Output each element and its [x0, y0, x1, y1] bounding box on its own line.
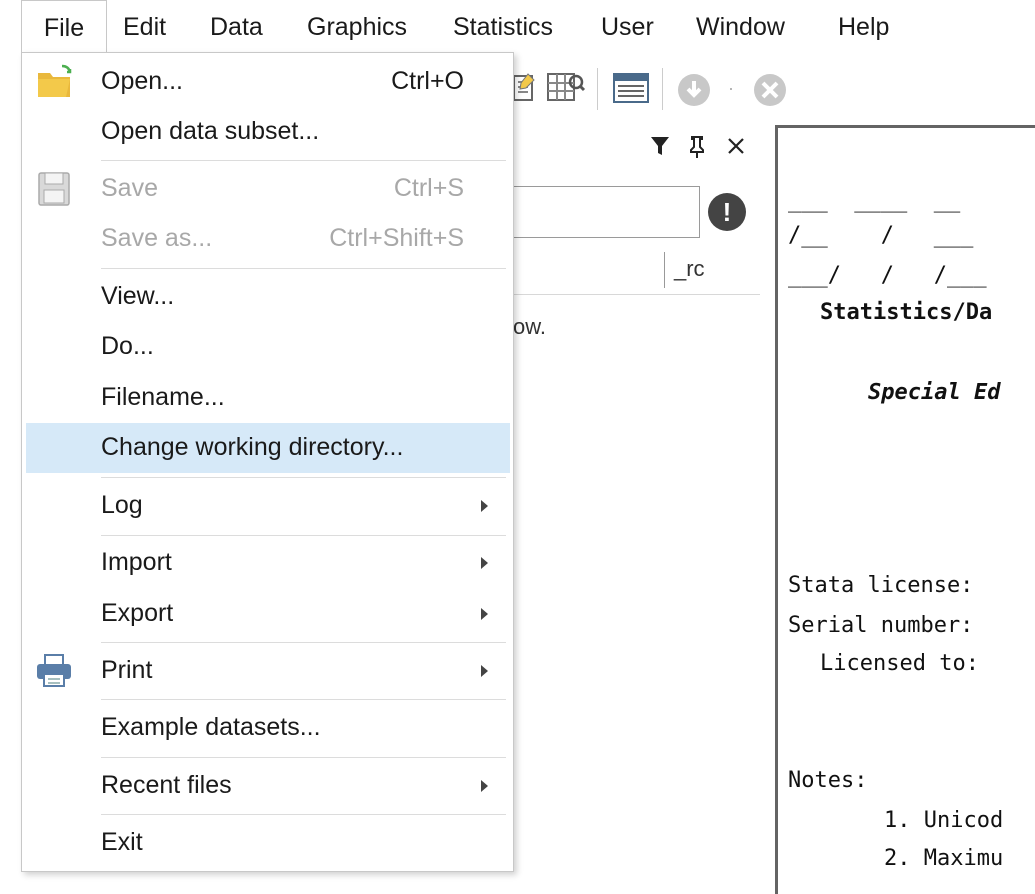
note-item-2: 2. Maximu [884, 846, 1004, 871]
menu-item-exit[interactable]: Exit [26, 818, 510, 868]
menu-data[interactable]: Data [210, 13, 263, 42]
variable-filter-input[interactable] [512, 186, 700, 238]
filter-icon[interactable] [650, 135, 670, 164]
submenu-arrow-icon [481, 500, 488, 512]
note-item-1: 1. Unicod [884, 808, 1004, 833]
menu-separator [101, 477, 506, 478]
menu-separator [101, 757, 506, 758]
results-window: ___ ____ __ /__ / ___ ___/ / /___ Statis… [775, 125, 1035, 894]
close-icon[interactable] [726, 135, 746, 164]
submenu-arrow-icon [481, 665, 488, 677]
pane-hint-text: ow. [513, 314, 547, 339]
toolbar-separator [597, 68, 598, 110]
serial-label: Serial number: [788, 613, 974, 638]
menu-bar: File Edit Data Graphics Statistics User … [0, 0, 1035, 60]
menu-item-save[interactable]: Save Ctrl+S [26, 164, 510, 214]
open-folder-icon [34, 63, 74, 101]
data-browser-icon[interactable] [546, 70, 586, 111]
pane-divider [512, 294, 760, 295]
menu-item-do[interactable]: Do... [26, 322, 510, 372]
menu-item-view[interactable]: View... [26, 272, 510, 322]
variables-manager-icon[interactable] [612, 72, 650, 109]
licensed-to-label: Licensed to: [820, 651, 979, 676]
menu-user[interactable]: User [601, 13, 654, 42]
menu-edit[interactable]: Edit [123, 13, 166, 42]
menu-item-open[interactable]: Open... Ctrl+O [26, 57, 510, 107]
logo-line-3: ___/ / /___ [788, 263, 987, 288]
menu-item-import[interactable]: Import [26, 538, 510, 588]
menu-separator [101, 535, 506, 536]
logo-line-2: /__ / ___ [788, 223, 974, 248]
menu-separator [101, 699, 506, 700]
menu-item-open-data-subset[interactable]: Open data subset... [26, 107, 510, 157]
column-divider[interactable] [664, 252, 665, 288]
toolbar-separator [662, 68, 663, 110]
menu-help[interactable]: Help [838, 13, 889, 42]
submenu-arrow-icon [481, 608, 488, 620]
menu-graphics[interactable]: Graphics [307, 13, 407, 42]
do-file-editor-icon[interactable] [512, 70, 538, 109]
submenu-arrow-icon [481, 557, 488, 569]
results-edition-line: Special Ed [868, 380, 1001, 405]
menu-item-filename[interactable]: Filename... [26, 373, 510, 423]
more-icon[interactable] [676, 72, 712, 113]
menu-item-example-datasets[interactable]: Example datasets... [26, 703, 510, 753]
menu-separator [101, 268, 506, 269]
column-header-rc: _rc [674, 256, 705, 281]
notes-label: Notes: [788, 768, 868, 793]
logo-line-1: ___ ____ __ [788, 188, 961, 213]
menu-separator [101, 160, 506, 161]
menu-statistics[interactable]: Statistics [453, 13, 553, 42]
menu-file[interactable]: File [21, 0, 107, 60]
menu-separator [101, 814, 506, 815]
menu-item-save-as[interactable]: Save as... Ctrl+Shift+S [26, 214, 510, 264]
submenu-arrow-icon [481, 780, 488, 792]
menu-item-export[interactable]: Export [26, 589, 510, 639]
menu-item-change-working-directory[interactable]: Change working directory... [26, 423, 510, 473]
save-disk-icon [34, 170, 74, 208]
pin-icon[interactable] [688, 135, 706, 166]
menu-item-print[interactable]: Print [26, 646, 510, 696]
menu-window[interactable]: Window [696, 13, 785, 42]
license-label: Stata license: [788, 573, 974, 598]
break-icon[interactable] [752, 72, 788, 113]
menu-item-log[interactable]: Log [26, 481, 510, 531]
menu-separator [101, 642, 506, 643]
results-product-line: Statistics/Da [820, 300, 993, 325]
printer-icon [34, 652, 74, 690]
dropdown-arrow-icon[interactable]: · [728, 78, 734, 99]
file-menu: Open... Ctrl+O Open data subset... Save … [21, 52, 514, 872]
exclamation-icon[interactable]: ! [708, 193, 746, 231]
menu-item-recent-files[interactable]: Recent files [26, 761, 510, 811]
